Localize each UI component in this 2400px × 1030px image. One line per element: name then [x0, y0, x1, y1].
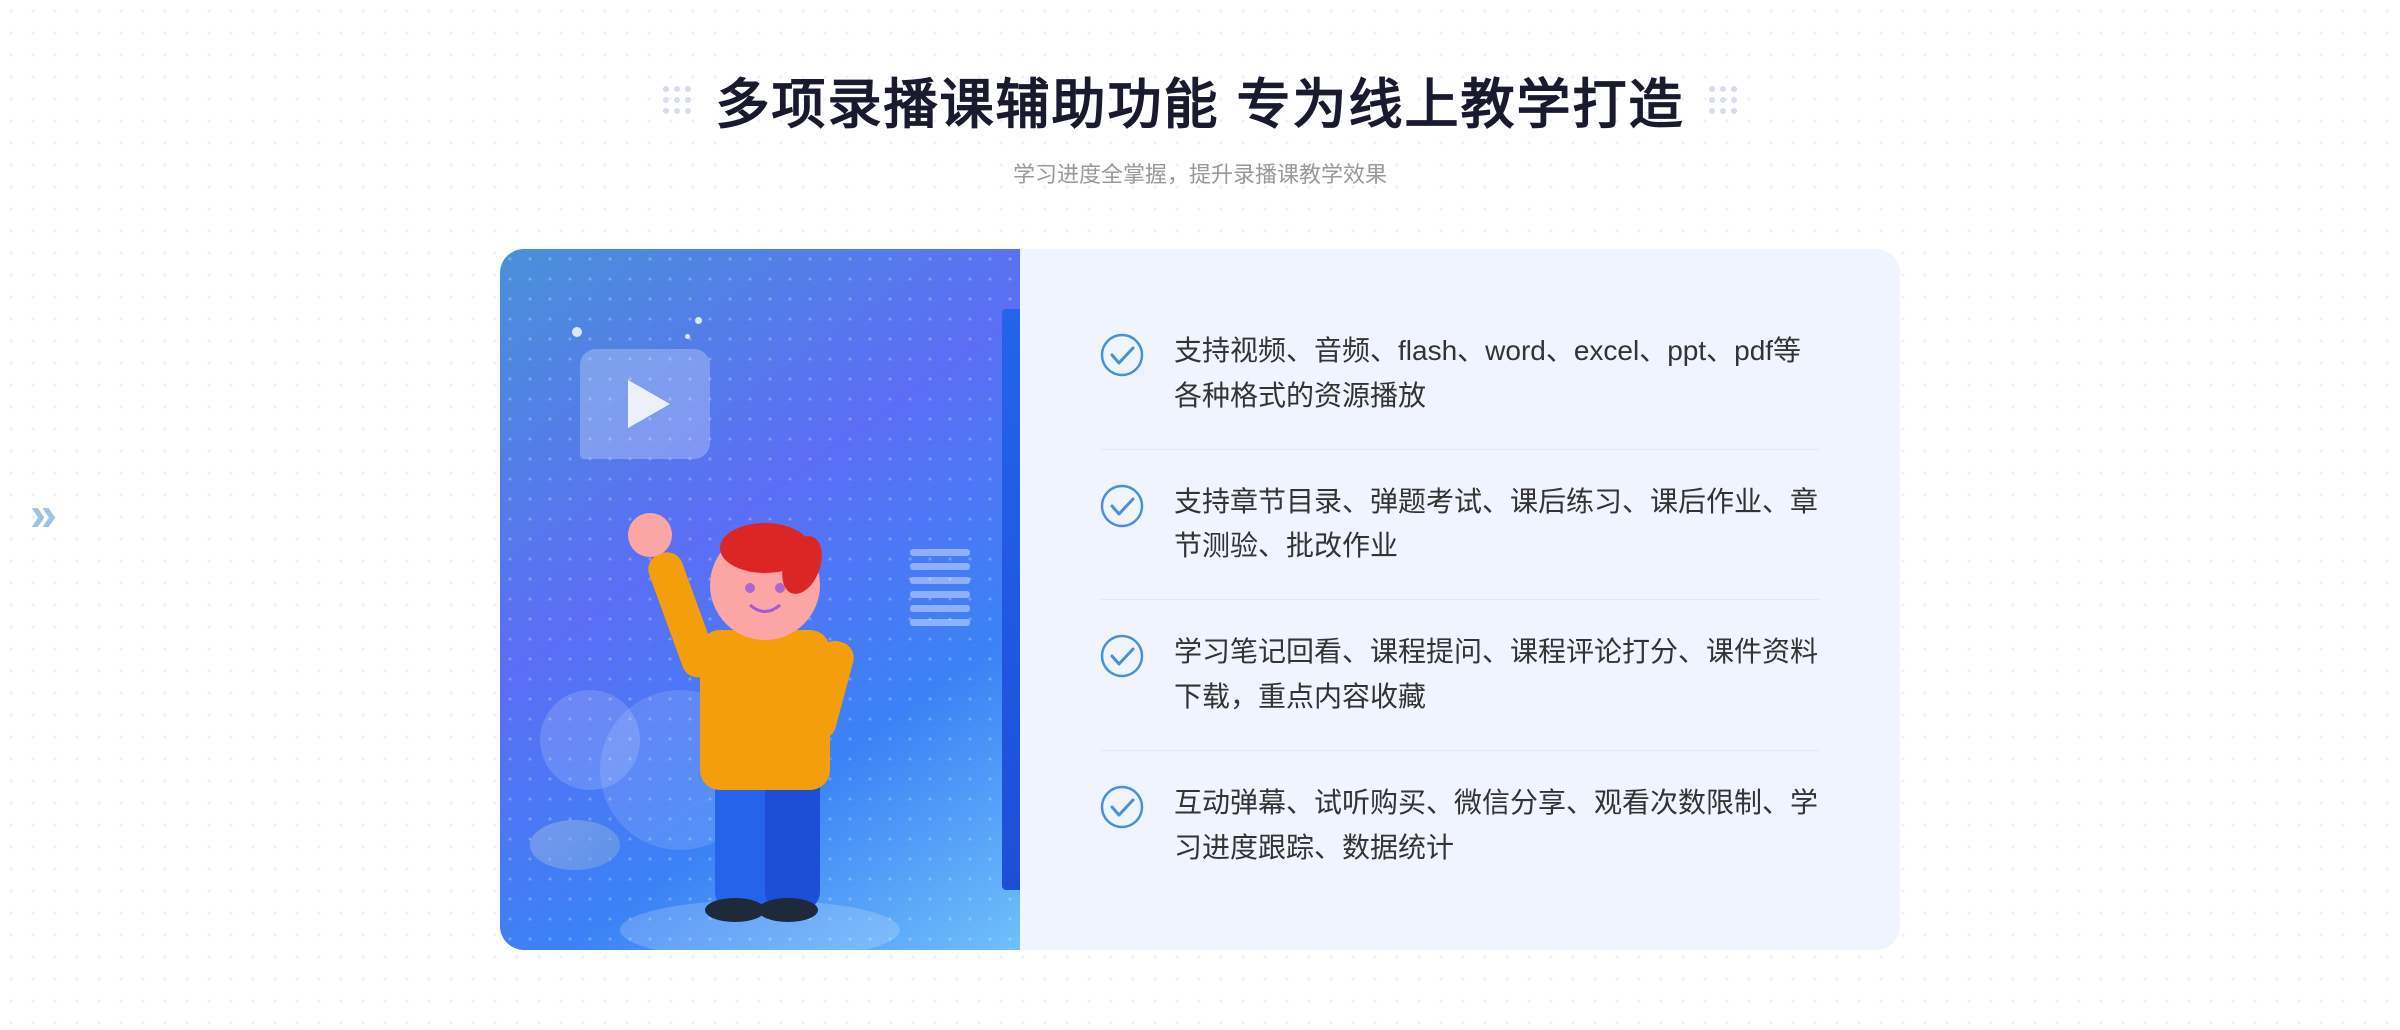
content-area: 多项录播课辅助功能 专为线上教学打造 学习进度全掌握，提升录播课教学效果 — [0, 60, 2400, 950]
sparkle-2 — [695, 317, 702, 324]
check-icon-1 — [1100, 333, 1144, 377]
sparkle-1 — [572, 327, 582, 337]
feature-item-3: 学习笔记回看、课程提问、课程评论打分、课件资料下载，重点内容收藏 — [1100, 600, 1820, 751]
header-section: 多项录播课辅助功能 专为线上教学打造 学习进度全掌握，提升录播课教学效果 — [663, 60, 1736, 189]
subtitle: 学习进度全掌握，提升录播课教学效果 — [663, 157, 1736, 189]
feature-text-1: 支持视频、音频、flash、word、excel、ppt、pdf等各种格式的资源… — [1174, 329, 1820, 419]
header-title-row: 多项录播课辅助功能 专为线上教学打造 — [663, 60, 1736, 139]
sparkle-3 — [685, 334, 690, 339]
feature-text-2: 支持章节目录、弹题考试、课后练习、课后作业、章节测验、批改作业 — [1174, 480, 1820, 570]
feature-text-3: 学习笔记回看、课程提问、课程评论打分、课件资料下载，重点内容收藏 — [1174, 630, 1820, 720]
right-decorative-dots — [1709, 86, 1737, 114]
illustration-card — [500, 249, 1020, 950]
blue-side-bar — [1002, 309, 1020, 890]
feature-item-1: 支持视频、音频、flash、word、excel、ppt、pdf等各种格式的资源… — [1100, 299, 1820, 450]
play-triangle-icon — [628, 380, 670, 428]
feature-item-2: 支持章节目录、弹题考试、课后练习、课后作业、章节测验、批改作业 — [1100, 450, 1820, 601]
deco-ellipse — [530, 820, 620, 870]
feature-text-4: 互动弹幕、试听购买、微信分享、观看次数限制、学习进度跟踪、数据统计 — [1174, 781, 1820, 871]
feature-item-4: 互动弹幕、试听购买、微信分享、观看次数限制、学习进度跟踪、数据统计 — [1100, 751, 1820, 901]
check-icon-3 — [1100, 634, 1144, 678]
check-icon-2 — [1100, 484, 1144, 528]
main-row: 支持视频、音频、flash、word、excel、ppt、pdf等各种格式的资源… — [500, 249, 1900, 950]
person-figure — [570, 430, 950, 950]
left-decorative-dots — [663, 86, 691, 114]
page-wrapper: » 多项录播课辅助功能 专为线上教学打造 学习进度全掌握，提升录播课教 — [0, 0, 2400, 1030]
features-panel: 支持视频、音频、flash、word、excel、ppt、pdf等各种格式的资源… — [1020, 249, 1900, 950]
main-title: 多项录播课辅助功能 专为线上教学打造 — [715, 60, 1684, 139]
check-icon-4 — [1100, 785, 1144, 829]
